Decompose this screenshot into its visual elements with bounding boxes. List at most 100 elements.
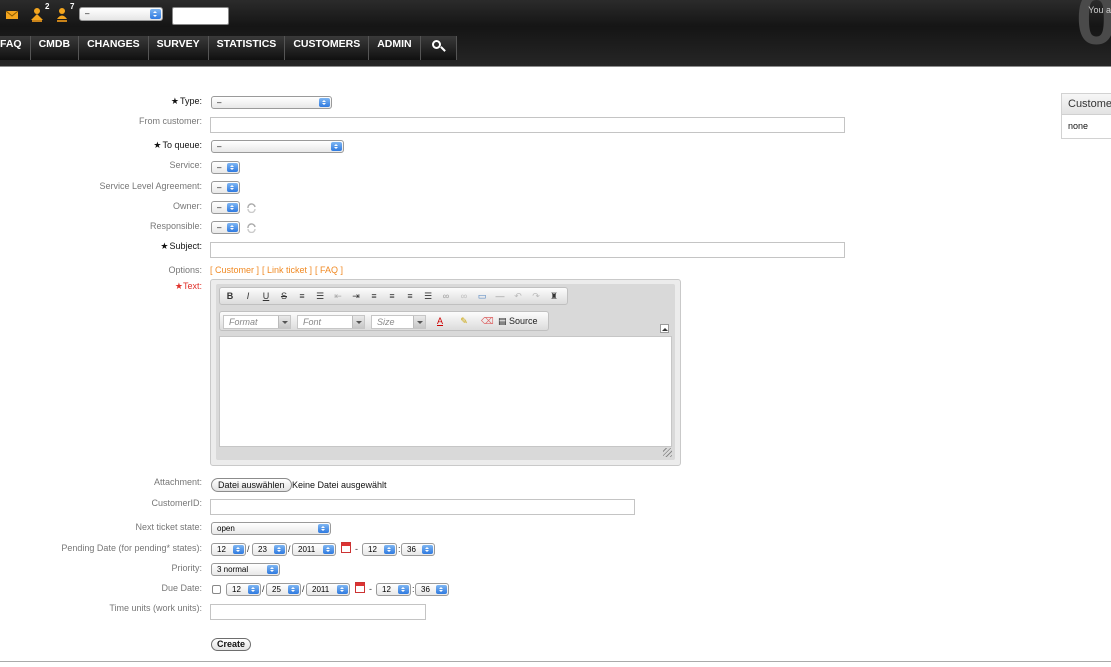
customer-info-title: Customer bbox=[1062, 94, 1111, 115]
dropdown-icon bbox=[352, 316, 364, 328]
nav-statistics[interactable]: STATISTICS bbox=[208, 36, 286, 60]
new-messages-icon[interactable] bbox=[5, 7, 21, 23]
customer-id-label: CustomerID: bbox=[151, 498, 202, 508]
nav-admin[interactable]: ADMIN bbox=[369, 36, 421, 60]
option-link-ticket-link[interactable]: [ Link ticket ] bbox=[262, 265, 312, 275]
time-units-input[interactable] bbox=[210, 604, 426, 620]
service-select[interactable]: – bbox=[211, 161, 240, 174]
refresh-responsible-icon[interactable] bbox=[246, 223, 257, 233]
nav-survey[interactable]: SURVEY bbox=[148, 36, 209, 60]
collapse-toolbar-icon[interactable] bbox=[660, 324, 669, 333]
due-hour-select[interactable]: 12 bbox=[376, 583, 411, 596]
next-state-select[interactable]: open bbox=[211, 522, 331, 535]
queue-select[interactable]: – bbox=[79, 7, 163, 21]
background-color-icon[interactable]: ✎ bbox=[458, 315, 470, 327]
source-icon: ▤ bbox=[498, 316, 510, 326]
pending-day-select[interactable]: 23 bbox=[252, 543, 287, 556]
find-icon[interactable]: ♜ bbox=[548, 290, 560, 302]
pending-year-select[interactable]: 2011 bbox=[292, 543, 336, 556]
select-arrow-icon bbox=[150, 9, 161, 19]
remove-format-icon[interactable]: ⌫ bbox=[481, 315, 494, 327]
align-left-icon[interactable]: ≡ bbox=[368, 290, 380, 302]
service-label: Service: bbox=[169, 160, 202, 170]
responsible-select[interactable]: – bbox=[211, 221, 240, 234]
nav-changes[interactable]: CHANGES bbox=[79, 36, 149, 60]
rich-text-editor: B I U S ≡ ☰ ⇤ ⇥ ≡ ≡ ≡ ☰ ∞ ∞ ▭ — ↶ ↷ ♜ Fo… bbox=[210, 279, 681, 466]
header-search-input[interactable] bbox=[172, 7, 229, 25]
type-label: ★Type: bbox=[170, 96, 202, 106]
resize-grip-icon[interactable] bbox=[663, 448, 672, 457]
text-label: ★Text: bbox=[174, 281, 202, 291]
link-icon[interactable]: ∞ bbox=[440, 290, 452, 302]
strikethrough-icon[interactable]: S bbox=[278, 290, 290, 302]
outdent-icon[interactable]: ⇤ bbox=[332, 290, 344, 302]
choose-file-button[interactable]: Datei auswählen bbox=[211, 478, 292, 492]
subject-input[interactable] bbox=[210, 242, 845, 258]
sla-select[interactable]: – bbox=[211, 181, 240, 194]
pending-minute-select[interactable]: 36 bbox=[401, 543, 435, 556]
bottom-divider bbox=[0, 661, 1111, 662]
nav-cmdb[interactable]: CMDB bbox=[30, 36, 80, 60]
option-customer-link[interactable]: [ Customer ] bbox=[210, 265, 259, 275]
due-month-select[interactable]: 12 bbox=[226, 583, 261, 596]
italic-icon[interactable]: I bbox=[242, 290, 254, 302]
bold-icon[interactable]: B bbox=[224, 290, 236, 302]
main-nav: FAQ CMDB CHANGES SURVEY STATISTICS CUSTO… bbox=[0, 36, 457, 60]
unlink-icon[interactable]: ∞ bbox=[458, 290, 470, 302]
format-combo[interactable]: Format bbox=[223, 315, 291, 329]
due-day-select[interactable]: 25 bbox=[266, 583, 301, 596]
editor-toolbar-row-2: Format Font Size A ✎ ⌫ ▤ Source bbox=[219, 311, 549, 331]
refresh-owner-icon[interactable] bbox=[246, 203, 257, 213]
bullet-list-icon[interactable]: ☰ bbox=[314, 290, 326, 302]
due-year-select[interactable]: 2011 bbox=[306, 583, 350, 596]
underline-icon[interactable]: U bbox=[260, 290, 272, 302]
horizontal-rule-icon[interactable]: — bbox=[494, 290, 506, 302]
editor-text-area[interactable] bbox=[219, 336, 672, 447]
size-combo[interactable]: Size bbox=[371, 315, 426, 329]
redo-icon[interactable]: ↷ bbox=[530, 290, 542, 302]
nav-faq[interactable]: FAQ bbox=[0, 36, 31, 60]
to-queue-select[interactable]: – bbox=[211, 140, 344, 153]
align-right-icon[interactable]: ≡ bbox=[404, 290, 416, 302]
calendar-icon[interactable] bbox=[355, 582, 365, 593]
editor-frame: B I U S ≡ ☰ ⇤ ⇥ ≡ ≡ ≡ ☰ ∞ ∞ ▭ — ↶ ↷ ♜ Fo… bbox=[216, 284, 675, 460]
escalation-count: 2 bbox=[45, 2, 50, 11]
image-icon[interactable]: ▭ bbox=[476, 290, 488, 302]
responsible-person-icon[interactable] bbox=[54, 7, 70, 23]
numbered-list-icon[interactable]: ≡ bbox=[296, 290, 308, 302]
calendar-icon[interactable] bbox=[341, 542, 351, 553]
text-color-icon[interactable]: A bbox=[434, 315, 446, 327]
priority-label: Priority: bbox=[171, 563, 202, 573]
pending-hour-select[interactable]: 12 bbox=[362, 543, 397, 556]
due-date-checkbox[interactable] bbox=[212, 585, 221, 594]
attachment-label: Attachment: bbox=[153, 477, 202, 487]
nav-search-button[interactable] bbox=[420, 36, 457, 60]
no-file-text: Keine Datei ausgewählt bbox=[292, 480, 387, 490]
priority-select[interactable]: 3 normal bbox=[211, 563, 280, 576]
escalation-icon[interactable] bbox=[29, 7, 45, 23]
type-select[interactable]: – bbox=[211, 96, 332, 109]
nav-customers[interactable]: CUSTOMERS bbox=[285, 36, 370, 60]
responsible-label: Responsible: bbox=[149, 221, 202, 231]
source-button[interactable]: ▤ Source bbox=[498, 315, 538, 328]
customer-info-value: none bbox=[1068, 121, 1089, 131]
owner-label: Owner: bbox=[172, 201, 202, 211]
justify-icon[interactable]: ☰ bbox=[422, 290, 434, 302]
indent-icon[interactable]: ⇥ bbox=[350, 290, 362, 302]
pending-month-select[interactable]: 12 bbox=[211, 543, 246, 556]
create-button[interactable]: Create bbox=[211, 638, 252, 651]
font-combo[interactable]: Font bbox=[297, 315, 365, 329]
customer-id-input[interactable] bbox=[210, 499, 635, 515]
customer-info-panel: Customer none bbox=[1061, 93, 1111, 139]
due-date-label: Due Date: bbox=[161, 583, 202, 593]
next-state-label: Next ticket state: bbox=[135, 522, 202, 532]
align-center-icon[interactable]: ≡ bbox=[386, 290, 398, 302]
undo-icon[interactable]: ↶ bbox=[512, 290, 524, 302]
option-faq-link[interactable]: [ FAQ ] bbox=[315, 265, 343, 275]
from-customer-label: From customer: bbox=[138, 116, 202, 126]
due-minute-select[interactable]: 36 bbox=[415, 583, 449, 596]
top-header: 2 7 – 0 You a FAQ CMDB CHANGES SURVEY ST… bbox=[0, 0, 1111, 67]
owner-select[interactable]: – bbox=[211, 201, 240, 214]
queue-select-value: – bbox=[85, 9, 90, 18]
from-customer-input[interactable] bbox=[210, 117, 845, 133]
